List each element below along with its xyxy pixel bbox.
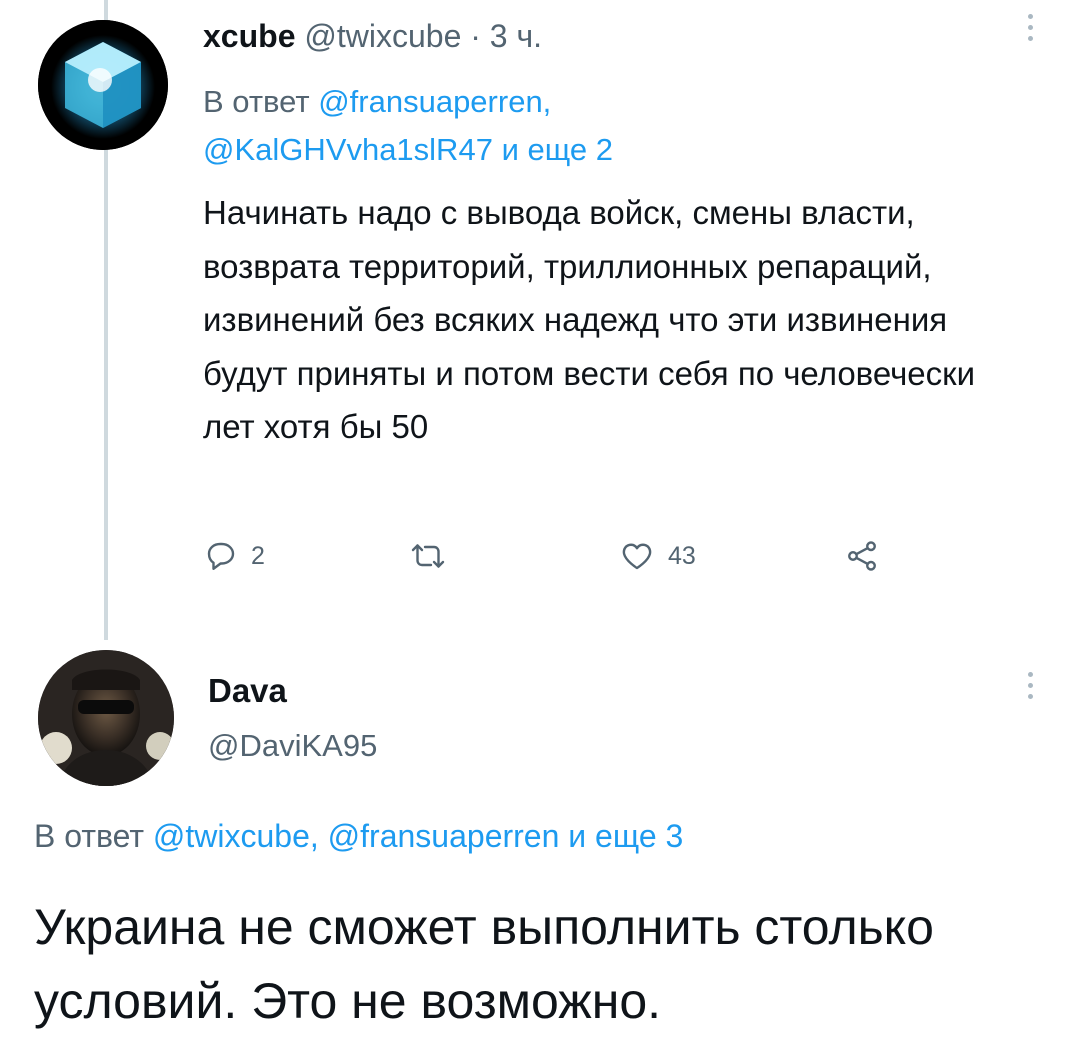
tweet2-reply-prefix: В ответ — [34, 818, 145, 854]
tweet2-reply-mentions[interactable]: @twixcube, @fransuaperren — [153, 818, 559, 854]
avatar-xcube[interactable] — [38, 20, 168, 150]
tweet2-reply-context: В ответ @twixcube, @fransuaperren и еще … — [34, 818, 683, 855]
heart-icon — [622, 543, 652, 570]
retweet-button[interactable] — [408, 538, 460, 574]
like-count: 43 — [668, 541, 696, 570]
tweet1-display-name[interactable]: xcube — [203, 18, 295, 54]
tweet1-reply-mention-1[interactable]: @fransuaperren, — [318, 84, 551, 119]
tweet2-display-name[interactable]: Dava — [208, 672, 287, 710]
reply-count: 2 — [251, 541, 265, 570]
tweet1-handle[interactable]: @twixcube — [304, 18, 461, 54]
tweet1-separator: · — [470, 18, 481, 54]
retweet-icon — [411, 544, 445, 568]
tweet1-action-bar: 2 43 — [203, 538, 923, 582]
like-button[interactable]: 43 — [618, 538, 696, 574]
tweet2-handle[interactable]: @DaviKA95 — [208, 728, 377, 764]
tweet1-time[interactable]: 3 ч. — [490, 18, 542, 54]
share-button[interactable] — [843, 538, 881, 574]
tweet1-body: Начинать надо с вывода войск, смены влас… — [203, 194, 976, 445]
tweet2-reply-suffix[interactable]: и еще 3 — [568, 818, 683, 854]
tweet1-reply-prefix: В ответ — [203, 84, 310, 119]
tweet1-header: xcube @twixcube · 3 ч. — [203, 18, 542, 55]
reply-button[interactable]: 2 — [203, 538, 265, 574]
avatar-dava[interactable] — [38, 650, 174, 786]
tweet1-reply-suffix[interactable]: и еще 2 — [502, 132, 613, 167]
speech-bubble-icon — [207, 542, 235, 570]
tweet1-reply-mention-2[interactable]: @KalGHVvha1slR47 — [203, 132, 493, 167]
share-icon — [848, 541, 876, 571]
tweet2-more-icon[interactable] — [1024, 672, 1036, 699]
tweet1-reply-context: В ответ @fransuaperren, @KalGHVvha1slR47… — [203, 78, 963, 174]
tweet2-body: Украина не сможет выполнить столько усло… — [34, 899, 934, 1029]
tweet1-more-icon[interactable] — [1024, 14, 1036, 41]
